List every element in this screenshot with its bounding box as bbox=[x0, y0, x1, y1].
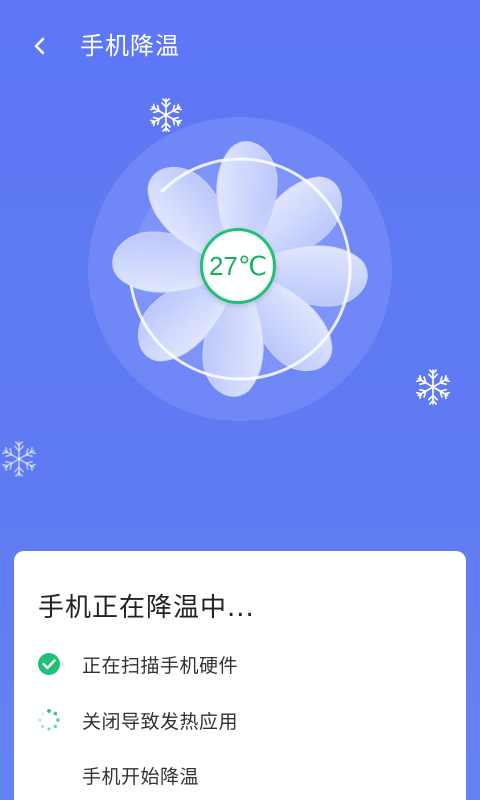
step-label: 手机开始降温 bbox=[82, 765, 200, 788]
snowflake-icon bbox=[415, 369, 451, 405]
cooling-status-card: 手机正在降温中... 正在扫描手机硬件 关闭导致发热应用 手机开始降温 bbox=[14, 551, 466, 800]
header-bar: 手机降温 bbox=[0, 0, 480, 90]
step-placeholder bbox=[36, 762, 62, 788]
page-title: 手机降温 bbox=[80, 32, 180, 60]
step-item: 手机开始降温 bbox=[36, 759, 436, 791]
step-item: 正在扫描手机硬件 bbox=[36, 648, 436, 680]
chevron-left-icon bbox=[34, 37, 45, 55]
step-label: 正在扫描手机硬件 bbox=[82, 654, 239, 677]
cooling-status-title: 手机正在降温中... bbox=[38, 593, 255, 623]
loading-spinner-icon bbox=[36, 707, 62, 733]
step-item: 关闭导致发热应用 bbox=[36, 704, 436, 736]
temperature-value: 27℃ bbox=[208, 250, 268, 281]
temperature-badge: 27℃ bbox=[200, 228, 276, 304]
step-label: 关闭导致发热应用 bbox=[82, 710, 239, 733]
back-button[interactable] bbox=[22, 28, 58, 64]
check-circle-icon bbox=[36, 651, 62, 677]
snowflake-icon bbox=[1, 441, 37, 477]
